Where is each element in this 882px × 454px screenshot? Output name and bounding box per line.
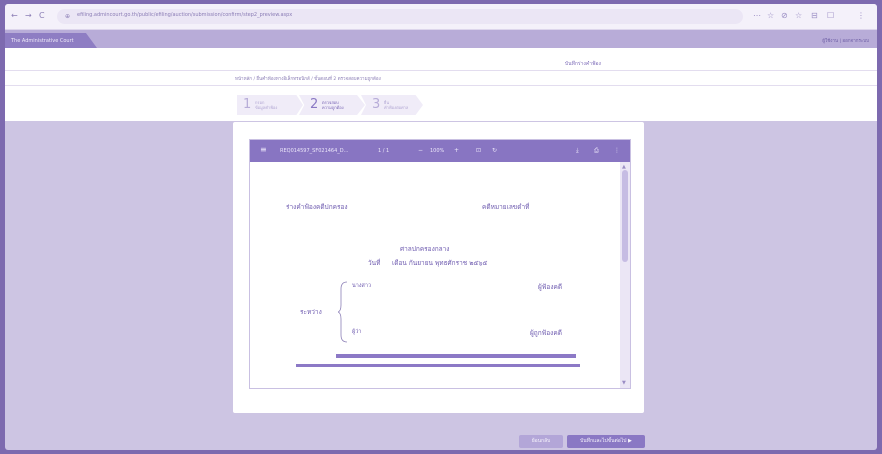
back-arrow-icon[interactable]: ← bbox=[11, 11, 18, 21]
browser-window: ← → C ⊕ efiling.admincourt.go.th/public/… bbox=[5, 4, 877, 450]
profile-icon[interactable]: ☐ bbox=[827, 11, 834, 21]
browser-toolbar: ← → C ⊕ efiling.admincourt.go.th/public/… bbox=[5, 4, 877, 30]
user-menu[interactable]: ผู้ใช้งาน | ออกจากระบบ bbox=[822, 37, 869, 44]
fit-page-icon[interactable]: ⊡ bbox=[476, 147, 481, 155]
pdf-page: ร่างคำฟ้องคดีปกครอง คดีหมายเลขดำที่ ศาลป… bbox=[250, 162, 622, 388]
more-options-icon[interactable]: ⋮ bbox=[614, 147, 620, 155]
step-1: 1 กรอก ข้อมูลคำฟ้อง bbox=[237, 95, 303, 115]
pdf-scrollbar[interactable]: ▲ ▼ bbox=[620, 162, 630, 388]
zoom-out-icon[interactable]: − bbox=[418, 147, 423, 155]
url-text: efiling.admincourt.go.th/public/efiling/… bbox=[77, 12, 293, 18]
hamburger-menu-icon[interactable]: ≡ bbox=[260, 146, 267, 154]
plaintiff-role: ผู้ฟ้องคดี bbox=[538, 283, 563, 291]
forward-arrow-icon[interactable]: → bbox=[25, 11, 32, 21]
zoom-level[interactable]: 100% bbox=[430, 147, 444, 155]
block-icon[interactable]: ⊘ bbox=[781, 11, 788, 21]
date-label: วันที่ bbox=[368, 259, 381, 267]
scroll-down-icon[interactable]: ▼ bbox=[622, 380, 626, 386]
zoom-in-icon[interactable]: + bbox=[454, 147, 459, 155]
app-logo-tab[interactable]: The Administrative Court bbox=[5, 33, 97, 48]
step-number: 1 bbox=[243, 97, 252, 112]
scroll-thumb[interactable] bbox=[622, 170, 628, 262]
document-rule bbox=[296, 364, 580, 367]
progress-stepper: 1 กรอก ข้อมูลคำฟ้อง 2 ตรวจสอบ ความถูกต้อ… bbox=[237, 95, 423, 115]
pdf-filename: REQ014597_SF021464_D... bbox=[280, 148, 349, 154]
save-draft-link[interactable]: บันทึกร่างคำฟ้อง bbox=[565, 60, 601, 68]
app-header: The Administrative Court ผู้ใช้งาน | ออก… bbox=[5, 30, 877, 48]
download-icon[interactable]: ⤓ bbox=[576, 147, 579, 155]
site-info-icon[interactable]: ⊕ bbox=[65, 12, 70, 22]
translate-icon[interactable]: ⋯ bbox=[753, 11, 761, 21]
document-preview-card: ≡ REQ014597_SF021464_D... 1 / 1 − 100% +… bbox=[233, 122, 644, 413]
divider bbox=[5, 85, 877, 86]
step-2: 2 ตรวจสอบ ความถูกต้อง bbox=[299, 95, 365, 115]
step-3: 3 ยื่น คำฟ้องต่อศาล bbox=[361, 95, 423, 115]
defendant-name: ผู้ว่า bbox=[352, 329, 362, 335]
brace-icon bbox=[338, 281, 348, 343]
date-value: เดือน กันยายน พุทธศักราช ๒๕๖๕ bbox=[392, 259, 488, 267]
menu-dots-icon[interactable]: ⋮ bbox=[857, 11, 865, 21]
back-button[interactable]: ย้อนกลับ bbox=[519, 435, 563, 448]
defendant-role: ผู้ถูกฟ้องคดี bbox=[530, 329, 562, 337]
step-label: ข้อมูลคำฟ้อง bbox=[255, 105, 278, 110]
zoom-icon[interactable]: ☆ bbox=[767, 11, 774, 21]
step-number: 2 bbox=[310, 97, 319, 112]
between-label: ระหว่าง bbox=[300, 308, 322, 316]
reload-icon[interactable]: C bbox=[39, 11, 45, 21]
breadcrumb[interactable]: หน้าหลัก / ยื่นคำฟ้องทางอิเล็กทรอนิกส์ /… bbox=[235, 75, 381, 82]
step-label: คำฟ้องต่อศาล bbox=[384, 105, 409, 110]
form-title: ร่างคำฟ้องคดีปกครอง bbox=[286, 203, 348, 211]
rotate-icon[interactable]: ↻ bbox=[492, 147, 497, 155]
save-and-next-button[interactable]: บันทึกและไปขั้นต่อไป ▶ bbox=[567, 435, 645, 448]
pdf-viewer: ≡ REQ014597_SF021464_D... 1 / 1 − 100% +… bbox=[249, 139, 631, 389]
content-panel: บันทึกร่างคำฟ้อง หน้าหลัก / ยื่นคำฟ้องทา… bbox=[5, 48, 877, 121]
court-name: ศาลปกครองกลาง bbox=[400, 245, 450, 253]
split-view-icon[interactable]: ⊟ bbox=[811, 11, 818, 21]
page-indicator[interactable]: 1 / 1 bbox=[378, 147, 389, 155]
case-number-label: คดีหมายเลขดำที่ bbox=[482, 203, 530, 211]
divider bbox=[5, 70, 877, 71]
step-number: 3 bbox=[372, 97, 381, 112]
document-rule bbox=[336, 354, 576, 358]
pdf-toolbar: ≡ REQ014597_SF021464_D... 1 / 1 − 100% +… bbox=[250, 140, 630, 162]
step-label: ความถูกต้อง bbox=[322, 105, 344, 110]
bookmark-icon[interactable]: ☆ bbox=[795, 11, 802, 21]
app-title: The Administrative Court bbox=[11, 38, 74, 44]
print-icon[interactable]: ⎙ bbox=[594, 147, 599, 155]
plaintiff-name: นางสาว bbox=[352, 283, 372, 289]
